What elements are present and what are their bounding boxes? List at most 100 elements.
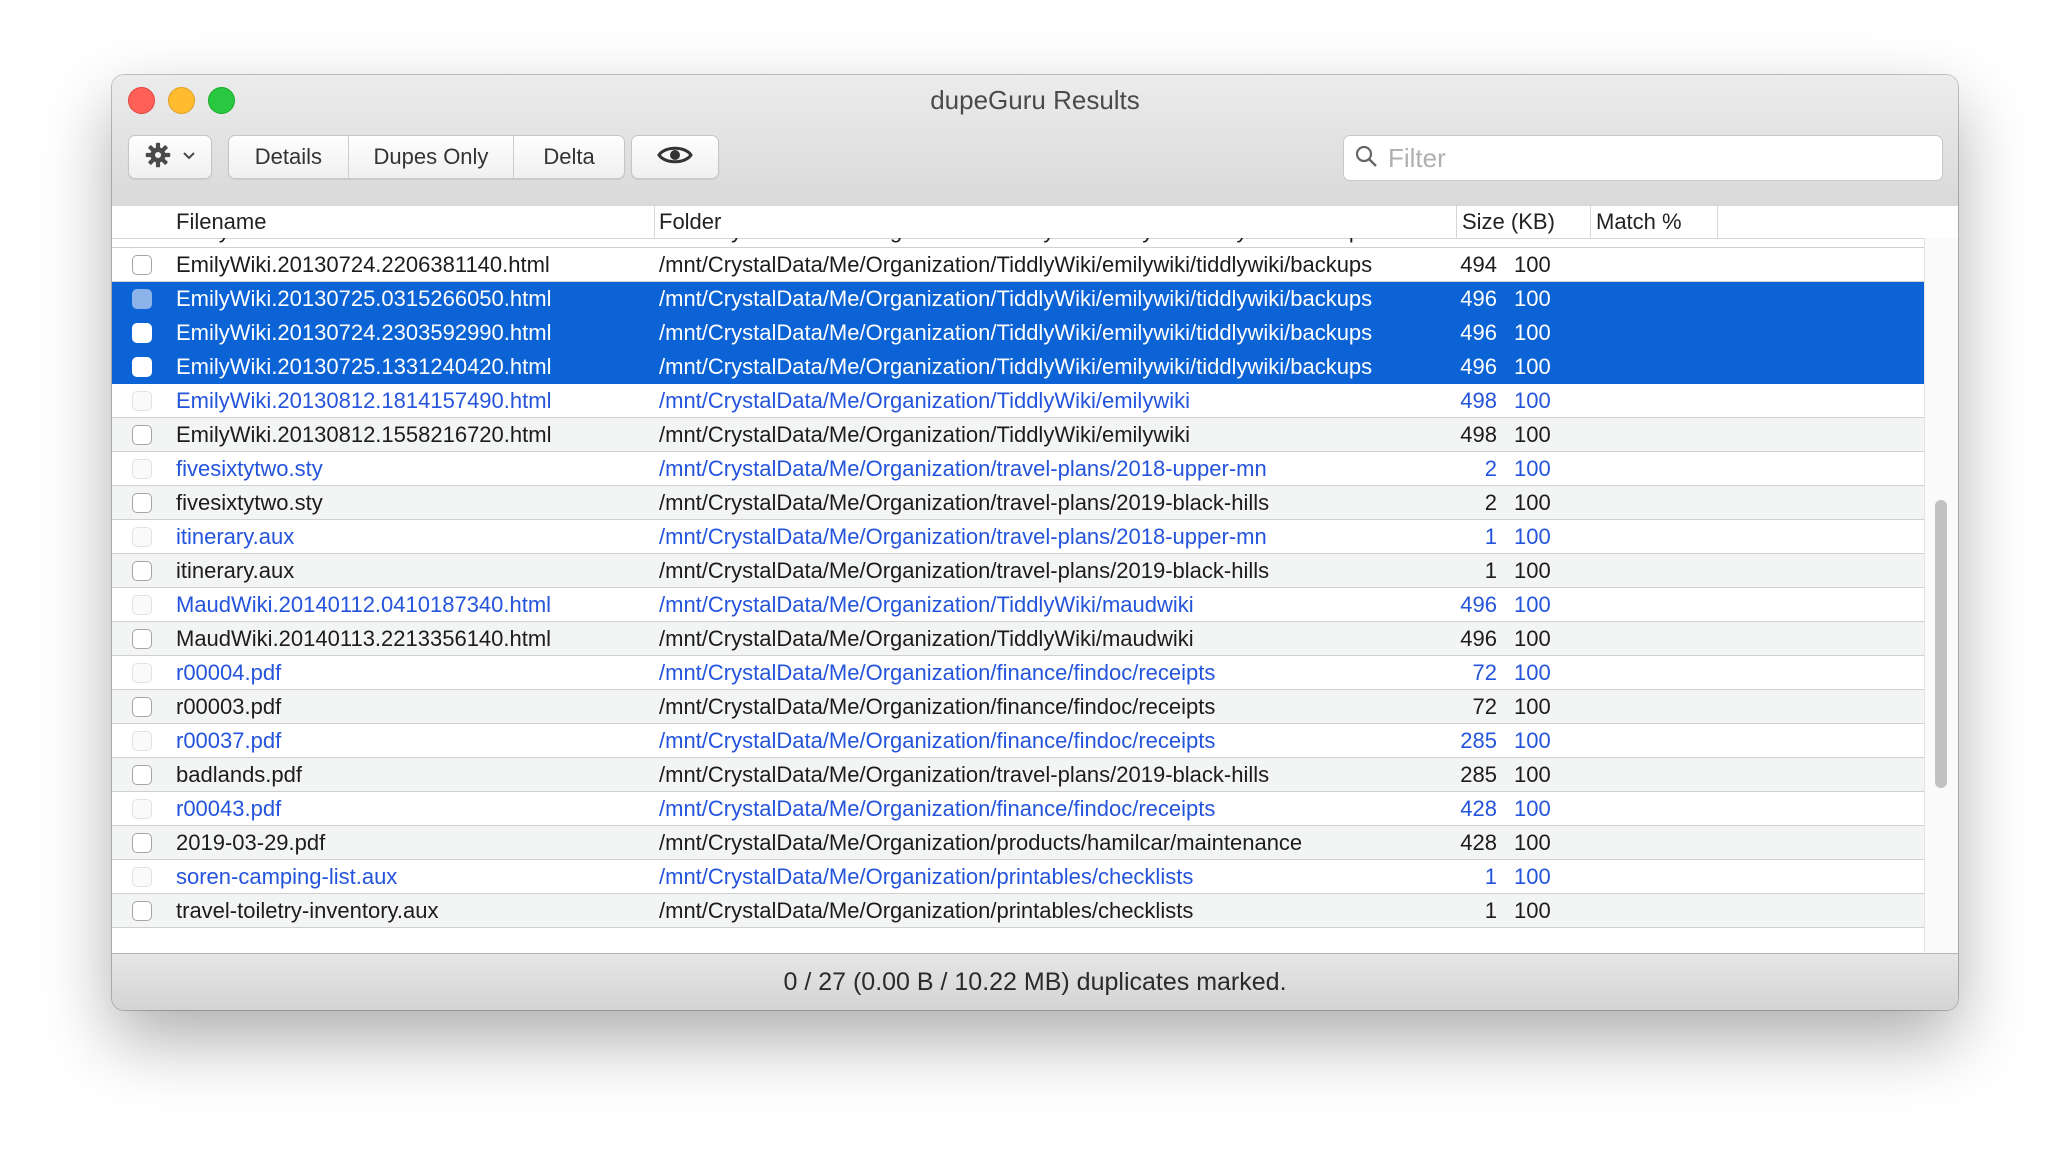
- table-row[interactable]: EmilyWiki.20130812.1558216720.html/mnt/C…: [112, 418, 1924, 452]
- mark-checkbox[interactable]: [132, 901, 152, 921]
- table-row[interactable]: fivesixtytwo.sty/mnt/CrystalData/Me/Orga…: [112, 452, 1924, 486]
- filename-cell: soren-camping-list.aux: [176, 864, 398, 889]
- table-row[interactable]: r00003.pdf/mnt/CrystalData/Me/Organizati…: [112, 690, 1924, 724]
- size-cell: 285: [1460, 728, 1497, 753]
- match-cell: 100: [1514, 898, 1551, 923]
- size-cell: 1: [1484, 524, 1497, 549]
- mark-checkbox[interactable]: [132, 255, 152, 275]
- mark-checkbox[interactable]: [132, 833, 152, 853]
- mark-checkbox[interactable]: [132, 561, 152, 581]
- filename-cell: r00003.pdf: [176, 694, 282, 719]
- column-header-size[interactable]: Size (KB): [1456, 206, 1555, 238]
- table-row[interactable]: EmilyWiki.20130724.2303592990.html/mnt/C…: [112, 316, 1924, 350]
- dupes-only-button[interactable]: Dupes Only: [349, 136, 515, 178]
- mark-checkbox[interactable]: [132, 357, 152, 377]
- size-cell: 1: [1484, 864, 1497, 889]
- size-cell: 494: [1460, 252, 1497, 277]
- scrollbar-thumb[interactable]: [1935, 500, 1947, 788]
- filename-cell: EmilyWiki.20130724.2303592990.html: [176, 320, 552, 345]
- folder-cell: /mnt/CrystalData/Me/Organization/travel-…: [659, 524, 1267, 549]
- folder-cell: /mnt/CrystalData/Me/Organization/travel-…: [659, 490, 1270, 515]
- filename-cell: EmilyWiki.20130812.1814157490.html: [176, 388, 552, 413]
- vertical-scrollbar[interactable]: [1924, 238, 1958, 1010]
- table-row[interactable]: EmilyWiki.20130724.2206431140.html /mnt/…: [112, 238, 1924, 248]
- table-row[interactable]: r00037.pdf/mnt/CrystalData/Me/Organizati…: [112, 724, 1924, 758]
- filter-input[interactable]: [1386, 141, 1910, 175]
- filename-cell: badlands.pdf: [176, 762, 302, 787]
- table-row[interactable]: MaudWiki.20140112.0410187340.html/mnt/Cr…: [112, 588, 1924, 622]
- table-row[interactable]: EmilyWiki.20130725.1331240420.html/mnt/C…: [112, 350, 1924, 384]
- size-cell: 428: [1460, 796, 1497, 821]
- folder-cell: /mnt/CrystalData/Me/Organization/finance…: [659, 660, 1216, 685]
- match-cell: 100: [1514, 422, 1551, 447]
- match-cell: 100: [1514, 456, 1551, 481]
- mark-checkbox: [132, 799, 152, 819]
- folder-cell: /mnt/CrystalData/Me/Organization/TiddlyW…: [659, 592, 1194, 617]
- gear-icon: [144, 141, 172, 174]
- filename-cell: r00004.pdf: [176, 660, 282, 685]
- table-header: Filename Folder Size (KB) Match %: [112, 206, 1958, 239]
- table-body: EmilyWiki.20130724.2206381140.html/mnt/C…: [112, 248, 1924, 928]
- table-row[interactable]: EmilyWiki.20130725.0315266050.html/mnt/C…: [112, 282, 1924, 316]
- quick-look-button[interactable]: [631, 135, 719, 179]
- size-cell: 1: [1484, 558, 1497, 583]
- folder-cell: /mnt/CrystalData/Me/Organization/TiddlyW…: [659, 388, 1190, 413]
- mark-checkbox[interactable]: [132, 493, 152, 513]
- match-cell: 100: [1514, 238, 1551, 248]
- size-cell: 498: [1460, 422, 1497, 447]
- match-cell: 100: [1514, 558, 1551, 583]
- folder-cell: /mnt/CrystalData/Me/Organization/TiddlyW…: [659, 238, 1372, 248]
- table-row[interactable]: r00004.pdf/mnt/CrystalData/Me/Organizati…: [112, 656, 1924, 690]
- column-header-filename[interactable]: Filename: [176, 206, 266, 238]
- column-header-divider: [1717, 206, 1719, 238]
- column-header-folder[interactable]: Folder: [654, 206, 721, 238]
- mark-checkbox[interactable]: [132, 765, 152, 785]
- match-cell: 100: [1514, 320, 1551, 345]
- table-row[interactable]: r00043.pdf/mnt/CrystalData/Me/Organizati…: [112, 792, 1924, 826]
- folder-cell: /mnt/CrystalData/Me/Organization/finance…: [659, 728, 1216, 753]
- size-cell: 494: [1366, 238, 1497, 248]
- filename-cell: MaudWiki.20140113.2213356140.html: [176, 626, 552, 651]
- delta-button[interactable]: Delta: [514, 136, 624, 178]
- window-title: dupeGuru Results: [930, 85, 1140, 115]
- filename-cell: itinerary.aux: [176, 558, 295, 583]
- table-row[interactable]: MaudWiki.20140113.2213356140.html/mnt/Cr…: [112, 622, 1924, 656]
- mark-checkbox[interactable]: [132, 697, 152, 717]
- mark-checkbox[interactable]: [132, 629, 152, 649]
- size-cell: 2: [1484, 456, 1497, 481]
- details-button[interactable]: Details: [229, 136, 349, 178]
- action-menu-button[interactable]: [128, 135, 212, 179]
- table-row[interactable]: soren-camping-list.aux/mnt/CrystalData/M…: [112, 860, 1924, 894]
- match-cell: 100: [1514, 796, 1551, 821]
- match-cell: 100: [1514, 728, 1551, 753]
- filename-cell: EmilyWiki.20130724.2206431140.html: [176, 238, 550, 248]
- filename-cell: itinerary.aux: [176, 524, 295, 549]
- folder-cell: /mnt/CrystalData/Me/Organization/product…: [659, 830, 1303, 855]
- mark-checkbox: [132, 459, 152, 479]
- table-row[interactable]: EmilyWiki.20130812.1814157490.html/mnt/C…: [112, 384, 1924, 418]
- table-row[interactable]: itinerary.aux/mnt/CrystalData/Me/Organiz…: [112, 554, 1924, 588]
- mark-checkbox[interactable]: [132, 323, 152, 343]
- match-cell: 100: [1514, 252, 1551, 277]
- folder-cell: /mnt/CrystalData/Me/Organization/travel-…: [659, 456, 1267, 481]
- table-row[interactable]: EmilyWiki.20130724.2206381140.html/mnt/C…: [112, 248, 1924, 282]
- size-cell: 285: [1460, 762, 1497, 787]
- match-cell: 100: [1514, 660, 1551, 685]
- size-cell: 1: [1484, 898, 1497, 923]
- table-row[interactable]: 2019-03-29.pdf/mnt/CrystalData/Me/Organi…: [112, 826, 1924, 860]
- folder-cell: /mnt/CrystalData/Me/Organization/TiddlyW…: [659, 320, 1373, 345]
- mark-checkbox: [132, 595, 152, 615]
- column-header-match[interactable]: Match %: [1590, 206, 1682, 238]
- filter-field[interactable]: [1343, 135, 1943, 181]
- table-row[interactable]: travel-toiletry-inventory.aux/mnt/Crysta…: [112, 894, 1924, 928]
- size-cell: 72: [1472, 660, 1497, 685]
- folder-cell: /mnt/CrystalData/Me/Organization/TiddlyW…: [659, 354, 1373, 379]
- mark-checkbox[interactable]: [132, 425, 152, 445]
- match-cell: 100: [1514, 864, 1551, 889]
- filename-cell: EmilyWiki.20130812.1558216720.html: [176, 422, 552, 447]
- folder-cell: /mnt/CrystalData/Me/Organization/TiddlyW…: [659, 252, 1373, 277]
- table-row[interactable]: itinerary.aux/mnt/CrystalData/Me/Organiz…: [112, 520, 1924, 554]
- match-cell: 100: [1514, 286, 1551, 311]
- table-row[interactable]: badlands.pdf/mnt/CrystalData/Me/Organiza…: [112, 758, 1924, 792]
- table-row[interactable]: fivesixtytwo.sty/mnt/CrystalData/Me/Orga…: [112, 486, 1924, 520]
